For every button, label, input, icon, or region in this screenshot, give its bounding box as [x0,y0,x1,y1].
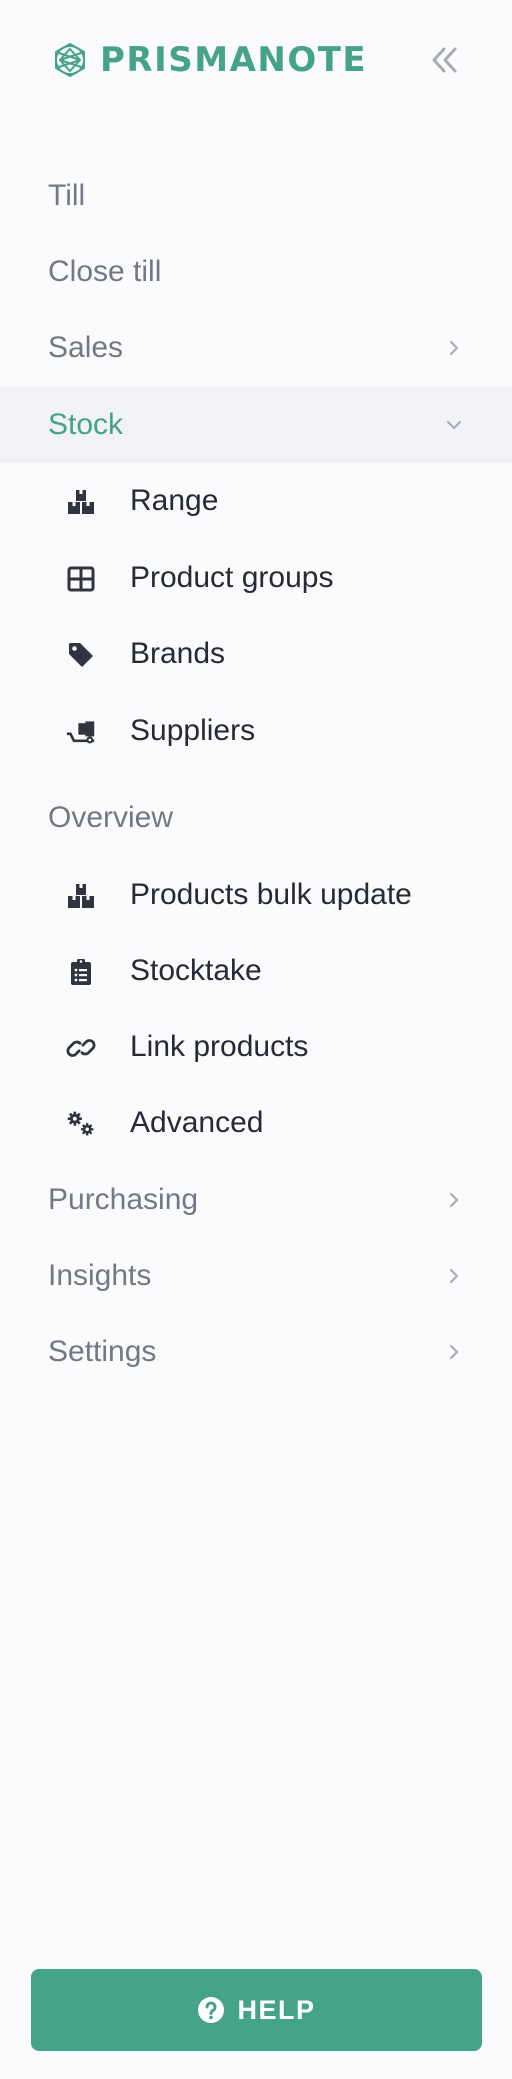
chevron-down-icon [447,421,461,429]
grid-icon [66,564,96,594]
sub-item-advanced[interactable]: Advanced [0,1085,512,1161]
sub-item-stocktake[interactable]: Stocktake [0,933,512,1009]
prisma-logo-icon [55,42,85,78]
nav-item-label: Sales [48,331,124,364]
chevron-right-icon [450,1193,458,1207]
boxes-icon [66,881,96,911]
nav-item-close-till[interactable]: Close till [0,234,512,310]
sub-item-label: Range [130,484,219,517]
sub-item-link-products[interactable]: Link products [0,1009,512,1085]
nav-item-till[interactable]: Till [0,158,512,234]
collapse-sidebar-button[interactable] [424,40,464,80]
question-circle-icon [198,1997,225,2023]
sub-item-label: Advanced [130,1106,264,1139]
sub-item-suppliers[interactable]: Suppliers [0,693,512,769]
sub-item-brands[interactable]: Brands [0,616,512,692]
tag-icon [66,640,96,670]
nav-item-label: Purchasing [48,1183,199,1216]
nav-item-label: Settings [48,1335,157,1368]
nav-item-settings[interactable]: Settings [0,1314,512,1390]
nav-item-label: Till [48,179,86,212]
nav-item-stock[interactable]: Stock [0,387,512,463]
clipboard-list-icon [66,957,96,987]
dolly-icon [66,717,96,747]
sub-item-label: Link products [130,1030,309,1063]
cogs-icon [66,1109,96,1139]
boxes-icon [66,487,96,517]
help-button[interactable]: HELP [31,1969,482,2051]
nav-item-label: Stock [48,408,124,441]
chevron-right-icon [450,341,458,355]
chevron-right-icon [450,1269,458,1283]
nav-item-insights[interactable]: Insights [0,1238,512,1314]
sidebar-header: PRISMANOTE [0,0,512,120]
chevron-right-icon [450,1345,458,1359]
sub-item-label: Suppliers [130,714,256,747]
nav-item-label: Insights [48,1259,152,1292]
section-label-overview: Overview [48,801,174,834]
sidebar: PRISMANOTE Till Close till Sales Stock R… [0,0,512,2079]
brand-logo[interactable]: PRISMANOTE [50,38,367,82]
double-chevron-left-icon [432,47,457,73]
sub-item-range[interactable]: Range [0,463,512,539]
help-label: HELP [237,1994,316,2025]
sub-item-products-bulk-update[interactable]: Products bulk update [0,857,512,933]
sub-item-label: Products bulk update [130,878,412,911]
link-icon [66,1033,96,1063]
sub-item-product-groups[interactable]: Product groups [0,540,512,616]
nav-item-sales[interactable]: Sales [0,310,512,386]
brand-name: PRISMANOTE [100,40,368,80]
sub-item-label: Product groups [130,561,334,594]
nav-item-purchasing[interactable]: Purchasing [0,1162,512,1238]
sub-item-label: Brands [130,637,226,670]
nav-item-label: Close till [48,255,162,288]
sub-item-label: Stocktake [130,954,262,987]
